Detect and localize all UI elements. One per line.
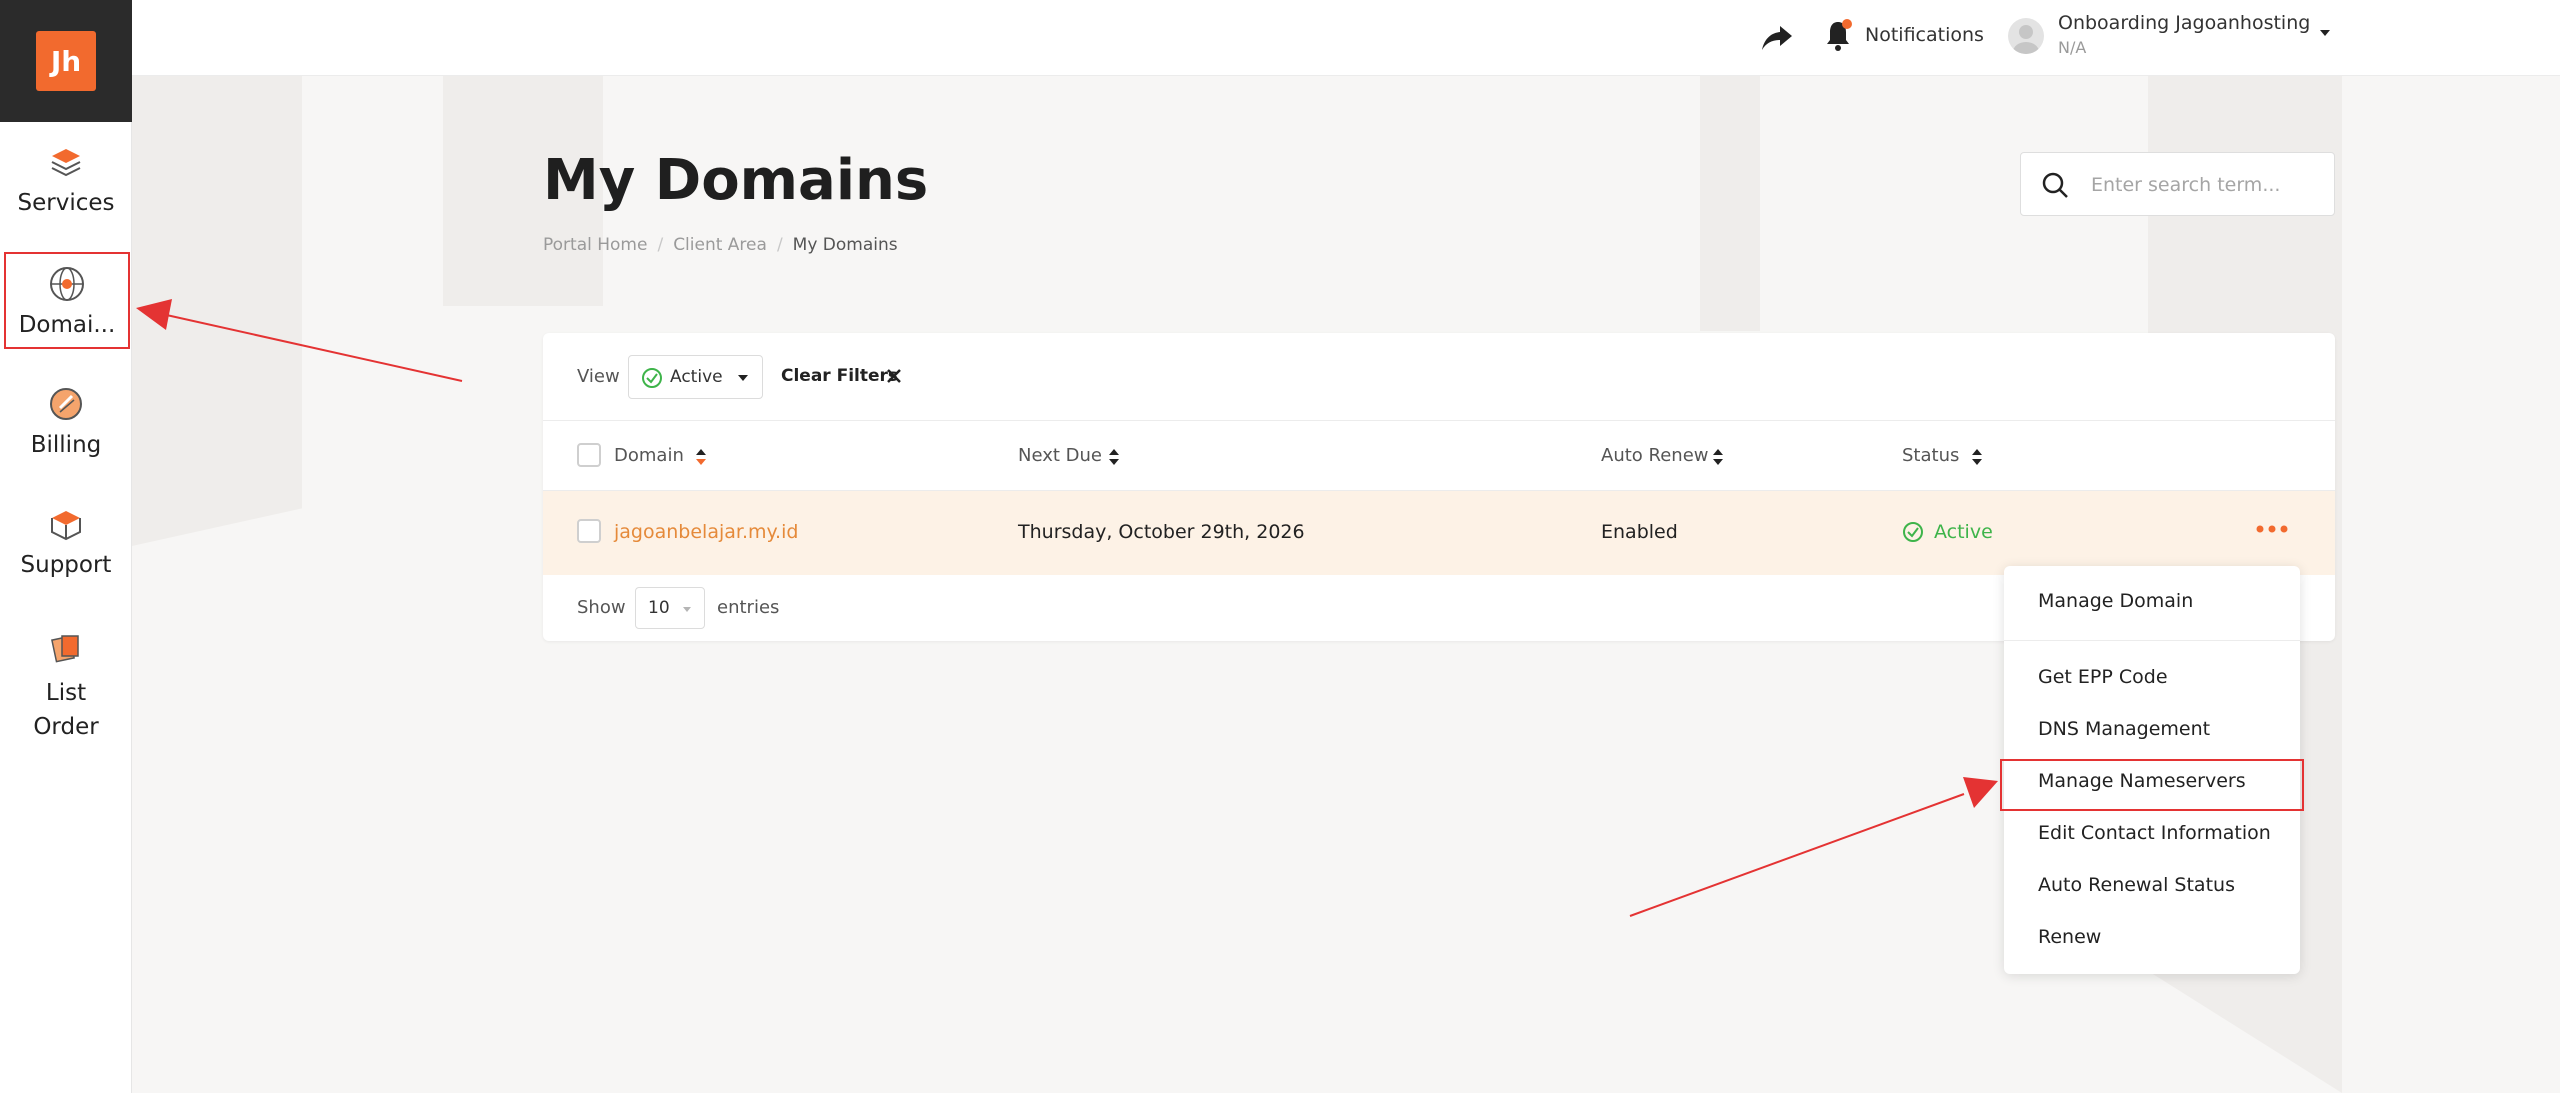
menu-item-renew[interactable]: Renew xyxy=(2038,926,2101,948)
brand-logo: Jh xyxy=(36,31,96,91)
caret-down-icon xyxy=(683,607,691,612)
column-header-status[interactable]: Status xyxy=(1902,445,1959,466)
show-label: Show xyxy=(577,597,626,618)
annotation-arrow-line xyxy=(1629,793,1965,917)
more-options-icon[interactable] xyxy=(2255,521,2289,537)
check-circle-icon xyxy=(642,368,662,388)
status-badge: Active xyxy=(1934,521,1993,543)
menu-item-auto-renewal-status[interactable]: Auto Renewal Status xyxy=(2038,874,2235,896)
next-due-cell: Thursday, October 29th, 2026 xyxy=(1018,521,1305,543)
sidebar-item-label: Billing xyxy=(30,432,102,458)
sidebar-item-billing[interactable]: Billing xyxy=(0,384,132,458)
annotation-highlight-box xyxy=(2000,759,2304,811)
breadcrumb-current: My Domains xyxy=(792,235,898,255)
menu-item-manage-domain[interactable]: Manage Domain xyxy=(2038,590,2193,612)
filter-bar: View Active Clear Filters xyxy=(543,333,2335,421)
domains-icon xyxy=(50,267,84,301)
avatar[interactable] xyxy=(2008,18,2044,54)
view-filter-select[interactable]: Active xyxy=(628,355,763,399)
sidebar-item-domains[interactable]: Domai... xyxy=(4,252,130,349)
sidebar-item-support[interactable]: Support xyxy=(0,504,132,578)
table-row[interactable]: jagoanbelajar.my.id Thursday, October 29… xyxy=(543,491,2335,575)
breadcrumb-portal-home[interactable]: Portal Home xyxy=(543,235,647,255)
menu-item-get-epp-code[interactable]: Get EPP Code xyxy=(2038,666,2168,688)
column-header-domain[interactable]: Domain xyxy=(614,445,684,466)
search-icon xyxy=(2042,172,2068,198)
user-avatar-icon xyxy=(2013,25,2039,54)
sort-icon[interactable] xyxy=(695,447,707,467)
breadcrumb-separator: / xyxy=(657,235,664,255)
view-filter-value: Active xyxy=(670,367,723,387)
row-checkbox[interactable] xyxy=(577,519,601,543)
table-header: Domain Next Due Auto Renew Status xyxy=(543,421,2335,491)
notifications-label[interactable]: Notifications xyxy=(1865,24,1984,46)
domain-link[interactable]: jagoanbelajar.my.id xyxy=(614,521,798,543)
column-header-auto-renew[interactable]: Auto Renew xyxy=(1601,445,1709,466)
support-icon xyxy=(51,511,81,541)
share-icon[interactable] xyxy=(1760,20,1794,54)
sidebar: Jh Services Domai... Billing Support Lis… xyxy=(0,0,132,1093)
services-icon xyxy=(51,149,81,177)
bell-icon[interactable] xyxy=(1823,18,1853,52)
page-size-select[interactable]: 10 xyxy=(635,587,705,629)
sidebar-item-list-order[interactable]: List Order xyxy=(0,628,132,744)
menu-item-dns-management[interactable]: DNS Management xyxy=(2038,718,2210,740)
domain-actions-menu: Manage Domain Get EPP Code DNS Managemen… xyxy=(2000,566,2304,974)
breadcrumb: Portal Home / Client Area / My Domains xyxy=(543,235,898,255)
logo-area[interactable]: Jh xyxy=(0,0,132,122)
user-subtitle: N/A xyxy=(2058,38,2087,57)
menu-divider xyxy=(2004,640,2300,641)
list-order-icon xyxy=(51,635,79,663)
sort-icon[interactable] xyxy=(1108,447,1120,467)
user-name[interactable]: Onboarding Jagoanhosting xyxy=(2058,12,2310,34)
billing-icon xyxy=(50,388,82,420)
caret-down-icon xyxy=(738,375,748,381)
page-size-value: 10 xyxy=(648,598,670,618)
menu-item-edit-contact-information[interactable]: Edit Contact Information xyxy=(2038,822,2271,844)
sidebar-item-label: Support xyxy=(20,552,112,578)
page-title: My Domains xyxy=(543,148,929,213)
sort-icon[interactable] xyxy=(1971,447,1983,467)
sidebar-item-label: Domai... xyxy=(18,312,116,338)
column-header-next-due[interactable]: Next Due xyxy=(1018,445,1102,466)
check-circle-icon xyxy=(1903,522,1923,542)
auto-renew-cell: Enabled xyxy=(1601,521,1678,543)
entries-label: entries xyxy=(717,597,780,618)
sidebar-item-services[interactable]: Services xyxy=(0,142,132,216)
view-label: View xyxy=(577,366,620,387)
sort-icon[interactable] xyxy=(1712,447,1724,467)
annotation-arrowhead xyxy=(1963,777,1998,808)
breadcrumb-separator: / xyxy=(776,235,783,255)
sidebar-item-label: Services xyxy=(17,190,115,216)
clear-filters-button[interactable]: Clear Filters xyxy=(781,366,898,386)
background-shape xyxy=(132,76,302,546)
select-all-checkbox[interactable] xyxy=(577,443,601,467)
search-input[interactable] xyxy=(2091,167,2321,203)
breadcrumb-client-area[interactable]: Client Area xyxy=(673,235,767,255)
background-shape xyxy=(1700,76,1760,331)
close-icon[interactable] xyxy=(885,367,903,385)
search-box[interactable] xyxy=(2020,152,2335,216)
sidebar-item-label: List Order xyxy=(33,680,99,740)
chevron-down-icon[interactable] xyxy=(2318,26,2332,40)
